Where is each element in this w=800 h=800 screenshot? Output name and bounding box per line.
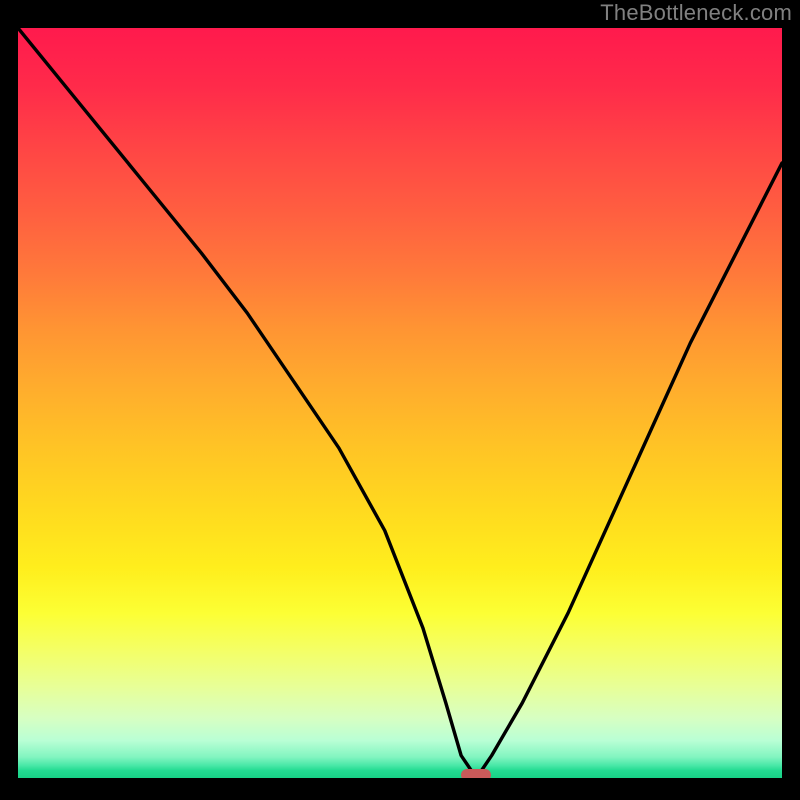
curve-svg xyxy=(18,28,782,778)
bottleneck-curve-path xyxy=(18,28,782,778)
optimum-marker xyxy=(461,769,491,778)
plot-area xyxy=(18,28,782,778)
chart-frame: TheBottleneck.com xyxy=(0,0,800,800)
watermark-text: TheBottleneck.com xyxy=(600,0,792,26)
